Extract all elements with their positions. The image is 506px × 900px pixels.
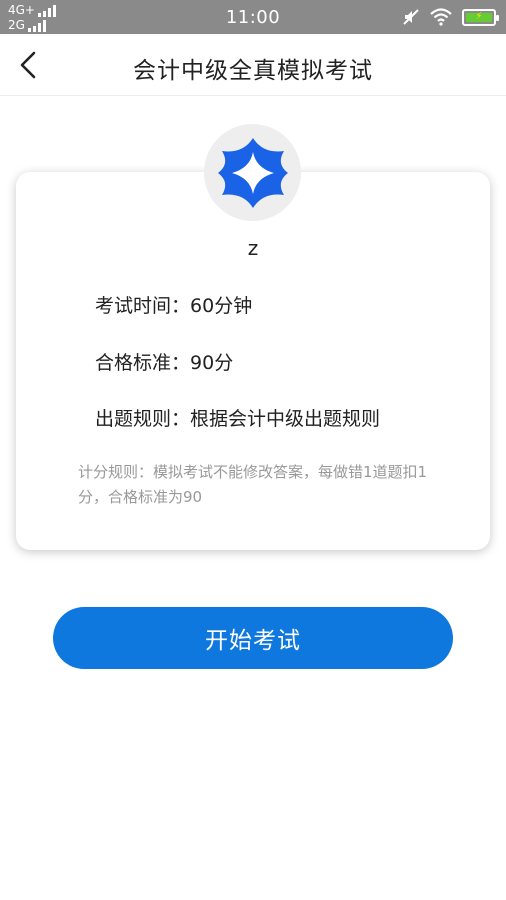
scoring-rule-note: 计分规则：模拟考试不能修改答案，每做错1道题扣1分，合格标准为90 [78, 463, 428, 506]
question-rule-label: 出题规则： [95, 408, 191, 430]
status-bar: 4G+ 2G 11:00 ⚡ [0, 0, 506, 34]
nav-bar: 会计中级全真模拟考试 [0, 34, 506, 96]
page-title: 会计中级全真模拟考试 [133, 58, 373, 84]
question-rule-value: 根据会计中级出题规则 [190, 408, 381, 430]
pass-standard-value: 90分 [190, 352, 234, 374]
battery-charging-icon: ⚡ [462, 8, 499, 26]
status-icons: ⚡ [402, 8, 499, 26]
mute-icon [403, 9, 419, 25]
exam-duration-value: 60分钟 [190, 295, 253, 317]
pass-standard: 合格标准：90分 [95, 348, 233, 375]
username: z [247, 236, 259, 260]
avatar [204, 124, 301, 221]
exam-duration: 考试时间：60分钟 [95, 291, 252, 318]
wifi-icon [430, 8, 452, 26]
pass-standard-label: 合格标准： [95, 352, 191, 374]
four-point-star-logo [217, 137, 288, 208]
start-exam-button[interactable]: 开始考试 [53, 607, 453, 669]
question-rule: 出题规则：根据会计中级出题规则 [95, 404, 380, 431]
exam-duration-label: 考试时间： [95, 295, 191, 317]
